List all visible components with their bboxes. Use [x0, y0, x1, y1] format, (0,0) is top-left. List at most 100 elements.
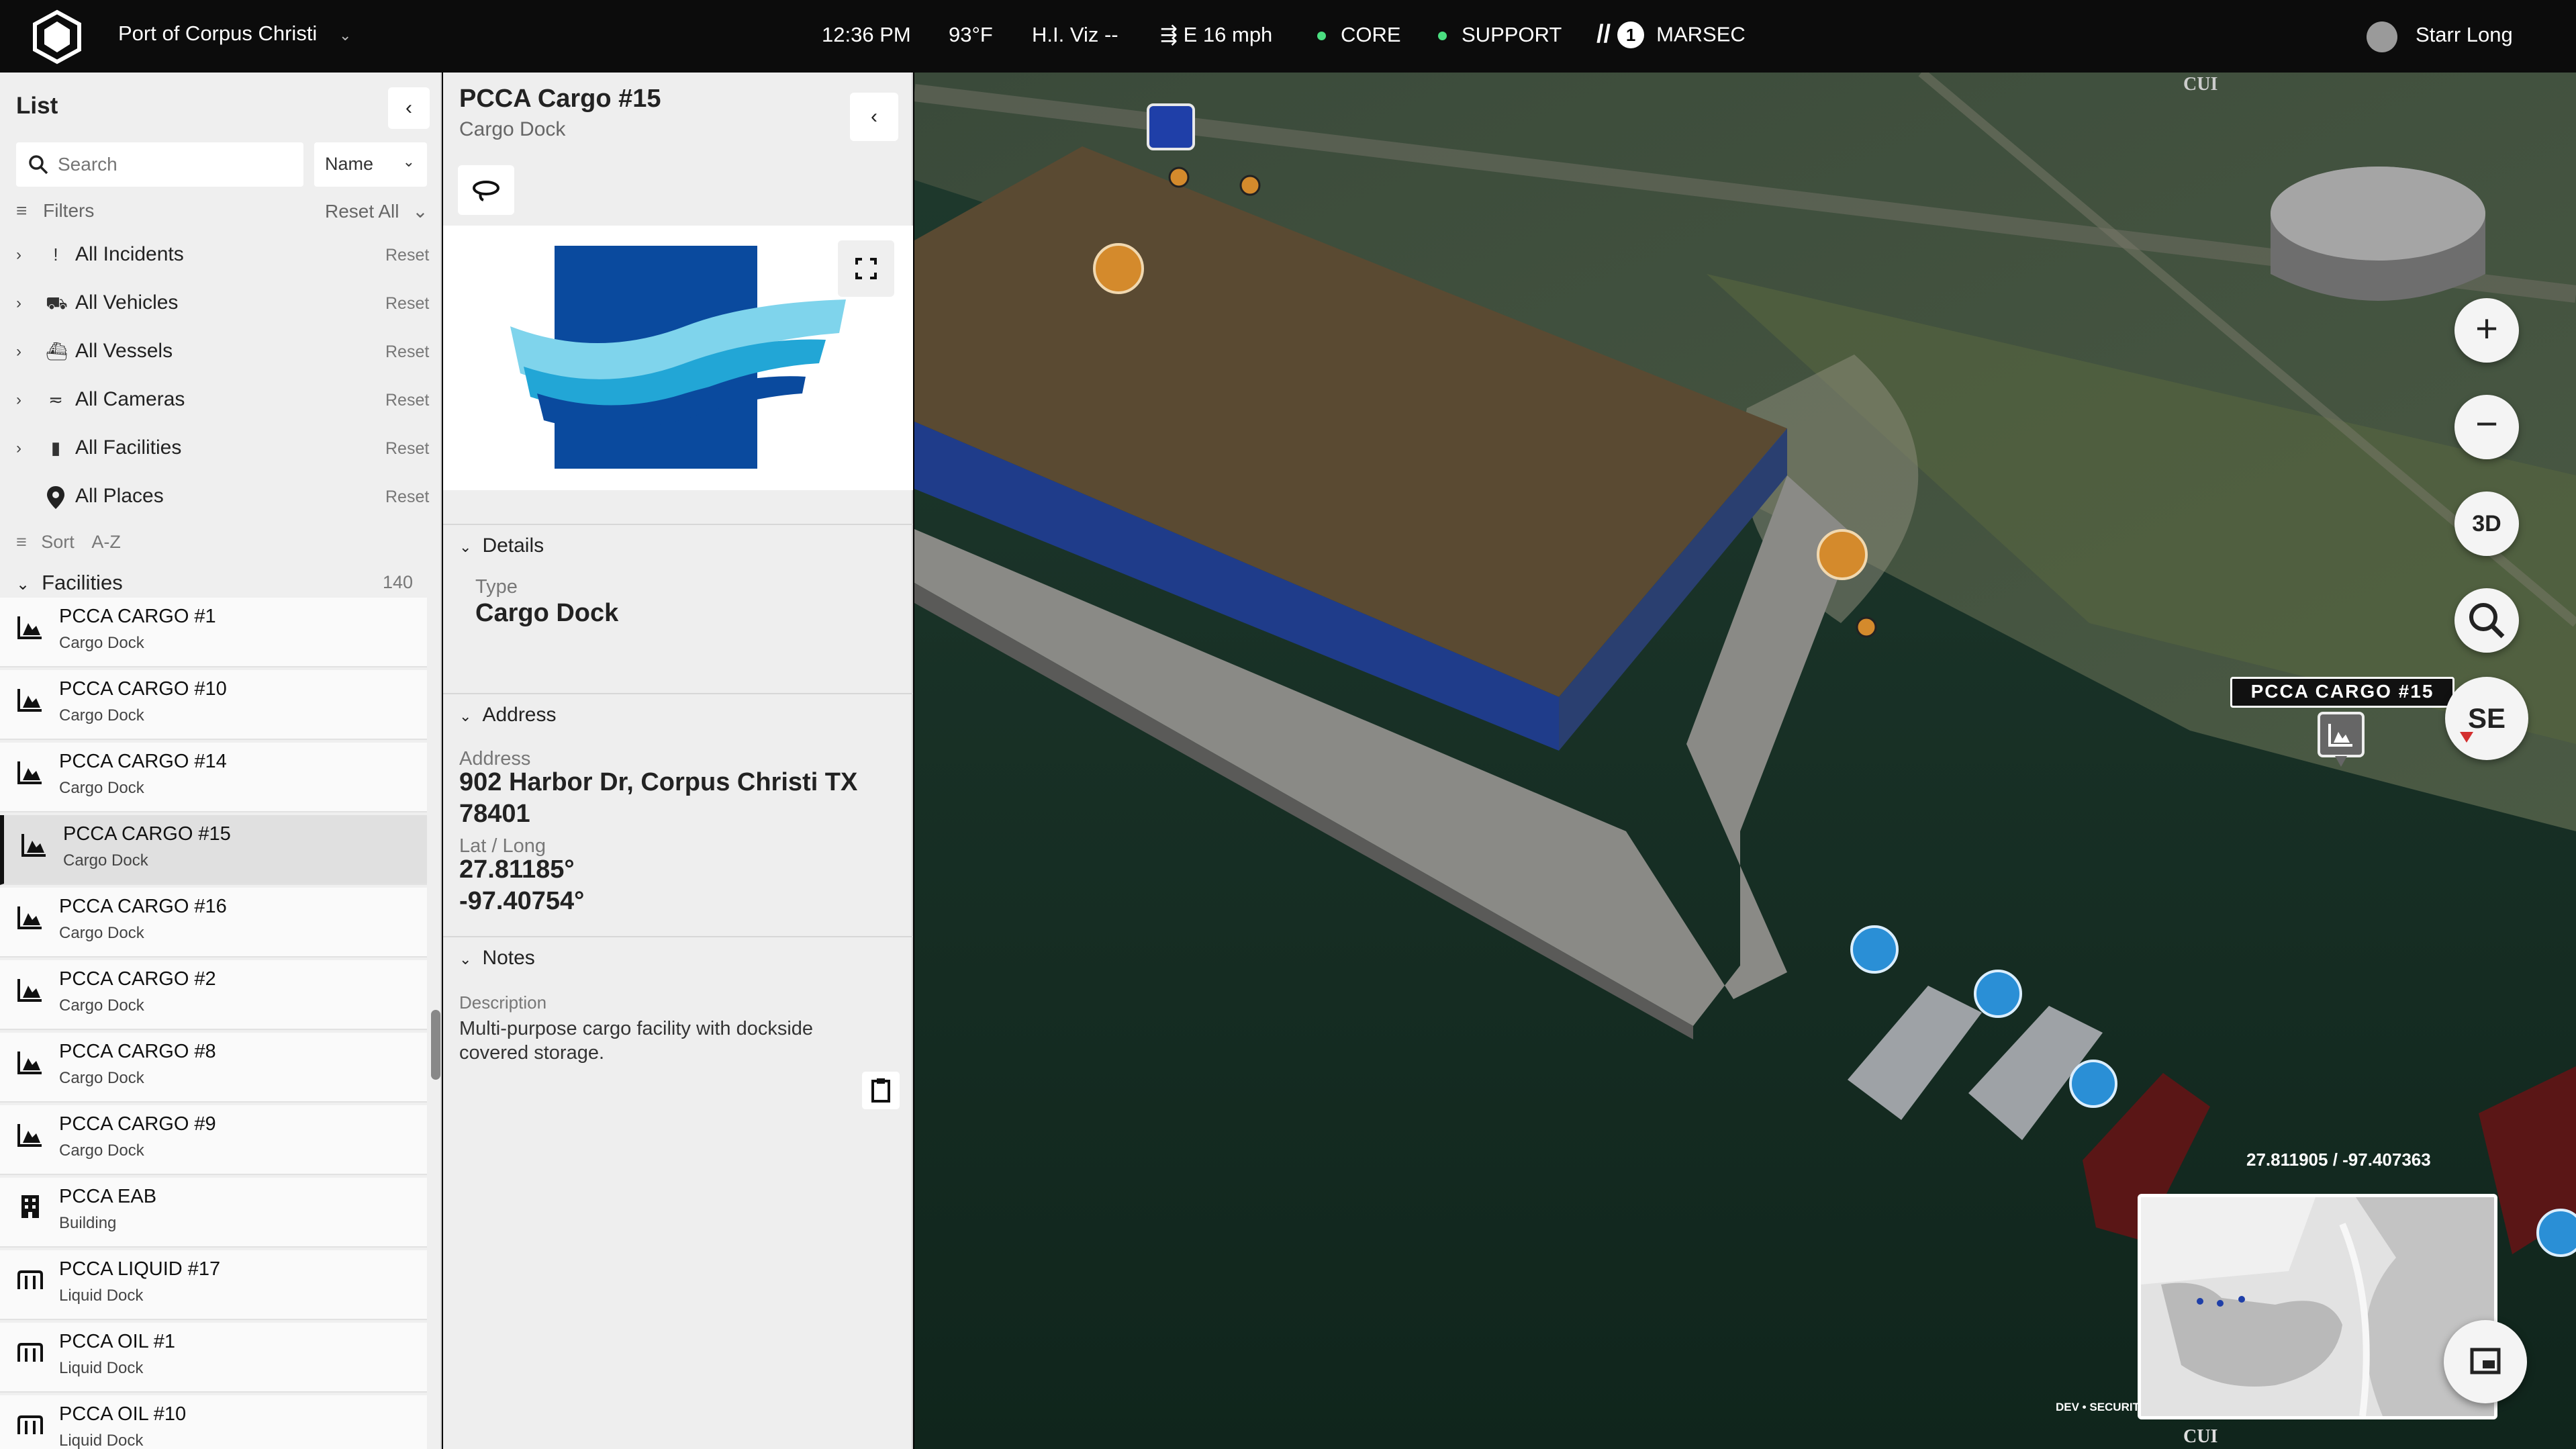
address-section-header[interactable]: ⌄ Address: [459, 704, 557, 727]
filter-vessels[interactable]: › ⛴ All Vessels Reset: [16, 340, 429, 380]
zoom-out-button[interactable]: −: [2454, 395, 2519, 459]
map-view[interactable]: CUI CUI DEV • SECURITY DATA IS SYNTHETIC…: [914, 73, 2576, 1449]
list-scrollbar[interactable]: [431, 1010, 440, 1080]
marsec-level-badge: 1: [1617, 21, 1645, 48]
chevron-down-icon: ⌄: [412, 201, 428, 222]
camera-icon: ≂: [48, 389, 63, 410]
filter-incidents[interactable]: › ! All Incidents Reset: [16, 243, 429, 283]
top-bar: Port of Corpus Christi ⌄ 12:36 PM 93°F H…: [0, 0, 2576, 73]
facility-item-cargo-8[interactable]: PCCA CARGO #8 Cargo Dock: [0, 1033, 427, 1103]
chevron-right-icon[interactable]: ›: [16, 391, 21, 410]
search-input[interactable]: [58, 149, 293, 180]
notes-section: ⌄ Notes Description Multi-purpose cargo f…: [443, 936, 913, 1137]
facility-item-eab[interactable]: PCCA EAB Building: [0, 1178, 427, 1248]
chevron-right-icon[interactable]: ›: [16, 294, 21, 313]
sort-field-select[interactable]: Name ⌄: [314, 142, 427, 187]
search-box[interactable]: [16, 142, 303, 187]
marsec-indicator[interactable]: //1 MARSEC: [1596, 20, 1746, 49]
cargo-dock-icon: [17, 761, 42, 784]
chevron-down-icon: ⌄: [459, 708, 472, 724]
type-label: Type: [475, 576, 518, 598]
chevron-left-icon: ‹: [406, 97, 412, 119]
details-section: ⌄ Details Type Cargo Dock: [443, 524, 913, 692]
reset-all-button[interactable]: Reset All ⌄: [325, 200, 428, 222]
filter-places[interactable]: All Places Reset: [16, 485, 429, 525]
liquid-dock-icon: [17, 1343, 43, 1362]
filters-row: ≡ Filters Reset All ⌄: [16, 200, 428, 222]
facility-item-cargo-2[interactable]: PCCA CARGO #2 Cargo Dock: [0, 960, 427, 1030]
reset-incidents-button[interactable]: Reset: [385, 246, 429, 265]
collapse-detail-button[interactable]: ‹: [850, 93, 898, 141]
zoom-in-button[interactable]: +: [2454, 298, 2519, 363]
incident-icon: !: [53, 244, 58, 265]
filter-cameras[interactable]: › ≂ All Cameras Reset: [16, 388, 429, 428]
chevron-right-icon[interactable]: ›: [16, 342, 21, 361]
expand-image-button[interactable]: [838, 240, 894, 297]
chevron-down-icon: ⌄: [459, 539, 472, 555]
facility-item-cargo-16[interactable]: PCCA CARGO #16 Cargo Dock: [0, 888, 427, 957]
visibility-readout: H.I. Viz --: [1032, 23, 1118, 46]
chevron-right-icon[interactable]: ›: [16, 439, 21, 458]
notes-section-header[interactable]: ⌄ Notes: [459, 947, 535, 970]
facilities-group-header[interactable]: ⌄ Facilities 140: [16, 571, 428, 595]
site-name[interactable]: Port of Corpus Christi: [118, 21, 317, 46]
lasso-button[interactable]: [458, 165, 514, 215]
chevron-left-icon: ‹: [871, 105, 877, 128]
chevron-down-icon: ⌄: [16, 575, 30, 594]
clipboard-icon: [871, 1078, 890, 1103]
description-line2: covered storage.: [459, 1042, 605, 1064]
chevron-down-icon: ⌄: [402, 153, 415, 170]
filter-vehicles[interactable]: › ⛟ All Vehicles Reset: [16, 291, 429, 332]
temperature-readout: 93°F: [949, 23, 993, 46]
details-section-header[interactable]: ⌄ Details: [459, 534, 544, 557]
facility-item-liquid-17[interactable]: PCCA LIQUID #17 Liquid Dock: [0, 1250, 427, 1320]
chevron-right-icon[interactable]: ›: [16, 246, 21, 265]
chevron-down-icon: ⌄: [459, 951, 472, 968]
facility-callout-label[interactable]: PCCA CARGO #15: [2230, 677, 2454, 708]
reset-vehicles-button[interactable]: Reset: [385, 294, 429, 314]
picture-in-picture-button[interactable]: [2444, 1320, 2527, 1403]
wind-readout: ⇶ E 16 mph: [1160, 23, 1273, 46]
user-name[interactable]: Starr Long: [2416, 23, 2513, 47]
facility-item-cargo-14[interactable]: PCCA CARGO #14 Cargo Dock: [0, 743, 427, 812]
longitude-value: -97.40754°: [459, 887, 585, 915]
picture-in-picture-icon: [2470, 1348, 2501, 1374]
place-pin-icon: [46, 486, 66, 510]
reset-facilities-button[interactable]: Reset: [385, 439, 429, 459]
vessel-icon: ⛴: [46, 341, 68, 361]
liquid-dock-icon: [17, 1270, 43, 1289]
facility-marker-icon[interactable]: [2316, 710, 2366, 769]
map-search-button[interactable]: [2454, 588, 2519, 653]
status-core[interactable]: CORE: [1317, 23, 1401, 47]
sort-row[interactable]: ≡ Sort A-Z: [16, 532, 121, 553]
collapse-list-button[interactable]: ‹: [388, 87, 430, 129]
facility-item-cargo-9[interactable]: PCCA CARGO #9 Cargo Dock: [0, 1105, 427, 1175]
description-label: Description: [459, 992, 547, 1013]
site-switcher-chevron-icon[interactable]: ⌄: [339, 27, 351, 44]
reset-places-button[interactable]: Reset: [385, 487, 429, 507]
app-logo-icon[interactable]: [30, 9, 85, 64]
view-mode-3d-button[interactable]: 3D: [2454, 492, 2519, 556]
facility-item-cargo-10[interactable]: PCCA CARGO #10 Cargo Dock: [0, 670, 427, 740]
filter-facilities[interactable]: › ▮ All Facilities Reset: [16, 436, 429, 477]
detail-title: PCCA Cargo #15: [459, 85, 661, 113]
cargo-dock-icon: [17, 1051, 42, 1074]
facility-item-cargo-1[interactable]: PCCA CARGO #1 Cargo Dock: [0, 598, 427, 667]
copy-clipboard-button[interactable]: [862, 1072, 900, 1109]
status-support[interactable]: SUPPORT: [1438, 23, 1562, 47]
cargo-dock-icon: [17, 906, 42, 929]
address-section: ⌄ Address Address 902 Harbor Dr, Corpus C…: [443, 693, 913, 935]
filters-label: Filters: [43, 200, 95, 221]
facility-item-oil-10[interactable]: PCCA OIL #10 Liquid Dock: [0, 1395, 427, 1449]
facility-item-cargo-15[interactable]: PCCA CARGO #15 Cargo Dock: [0, 815, 427, 885]
reset-cameras-button[interactable]: Reset: [385, 391, 429, 410]
compass-button[interactable]: SE: [2445, 677, 2528, 760]
minimap-image: [2141, 1197, 2494, 1416]
reset-vessels-button[interactable]: Reset: [385, 342, 429, 362]
cargo-dock-icon: [17, 1124, 42, 1147]
fullscreen-icon: [855, 258, 877, 279]
facility-item-oil-1[interactable]: PCCA OIL #1 Liquid Dock: [0, 1323, 427, 1393]
user-avatar[interactable]: [2367, 21, 2397, 52]
cargo-dock-icon: [21, 834, 46, 857]
address-line2: 78401: [459, 800, 530, 828]
